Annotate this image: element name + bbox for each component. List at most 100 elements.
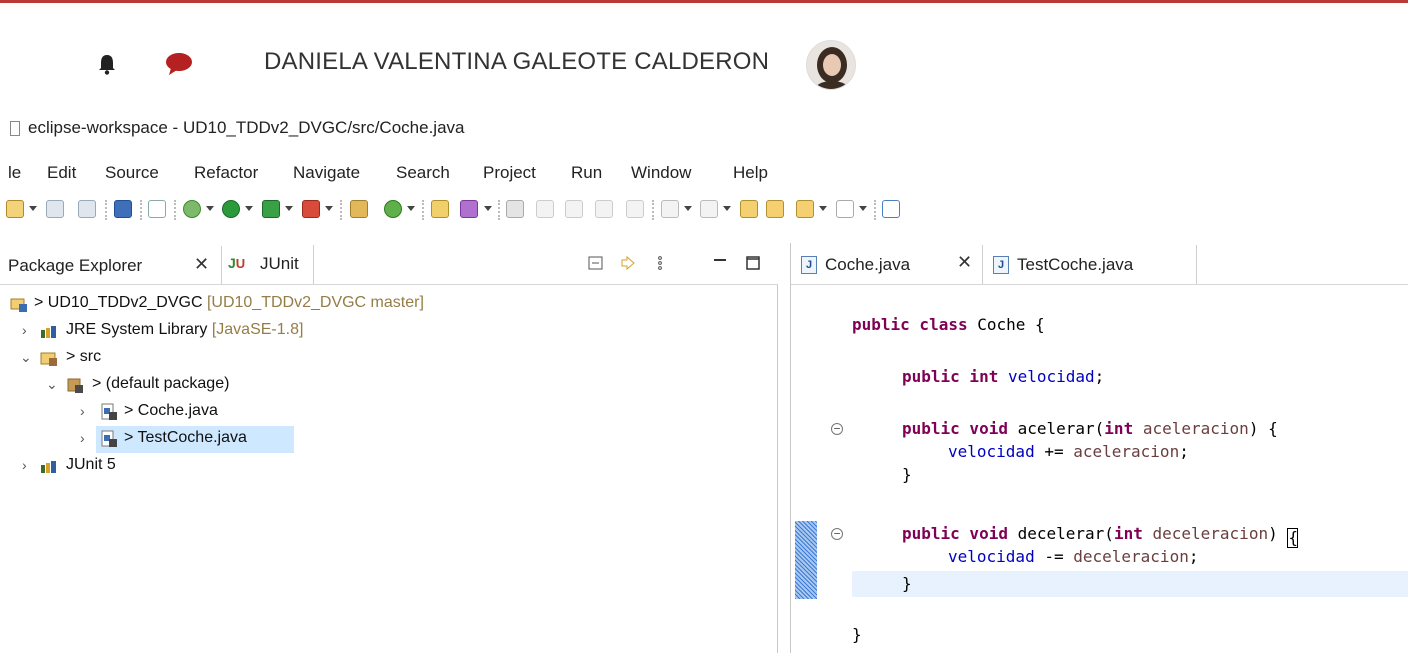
new-dropdown-icon[interactable] (29, 206, 37, 211)
forward-dropdown-icon[interactable] (859, 206, 867, 211)
menu-search[interactable]: Search (396, 163, 450, 183)
menu-refactor[interactable]: Refactor (194, 163, 258, 183)
bracket-match: { (1287, 528, 1299, 548)
tree-item-coche-java[interactable]: › > Coche.java (0, 399, 778, 426)
maximize-icon[interactable] (745, 255, 761, 271)
chevron-down-icon[interactable]: ⌄ (20, 349, 32, 366)
eclipse-window-icon (10, 121, 20, 136)
coverage-icon[interactable] (262, 200, 280, 218)
annotation-icon[interactable] (506, 200, 524, 218)
tab-label: Coche.java (825, 255, 911, 274)
collapse-icon[interactable]: − (831, 423, 843, 435)
collapse-icon[interactable]: − (831, 528, 843, 540)
tree-item-testcoche-java[interactable]: › > TestCoche.java (0, 426, 778, 453)
skip-breakpoints-icon[interactable] (148, 200, 166, 218)
code-line: } (852, 625, 862, 644)
chevron-right-icon[interactable]: › (80, 430, 85, 446)
tree-item-junit5[interactable]: › JUnit 5 (0, 453, 778, 480)
toggle-block-selection-icon[interactable] (565, 200, 583, 218)
menu-file[interactable]: le (8, 163, 21, 183)
collapse-all-icon[interactable] (588, 255, 604, 271)
tab-coche-java[interactable]: J Coche.java ✕ (791, 245, 983, 284)
external-tools-dropdown-icon[interactable] (325, 206, 333, 211)
tab-testcoche-java[interactable]: J TestCoche.java (983, 245, 1197, 284)
toolbar-separator (422, 200, 424, 220)
library-icon (41, 326, 56, 338)
code-line: velocidad -= deceleracion; (948, 547, 1199, 566)
link-with-editor-icon[interactable] (620, 255, 636, 271)
view-menu-icon[interactable] (652, 255, 668, 271)
terminal-icon[interactable] (114, 200, 132, 218)
tab-junit[interactable]: JU JUnit (224, 245, 314, 284)
menu-navigate[interactable]: Navigate (293, 163, 360, 183)
back-navigation-icon[interactable] (796, 200, 814, 218)
new-class-dropdown-icon[interactable] (407, 206, 415, 211)
last-edit-location-icon[interactable] (740, 200, 758, 218)
debug-icon[interactable] (183, 200, 201, 218)
tree-item-label: > TestCoche.java (124, 429, 247, 446)
tree-item-default-package[interactable]: ⌄ > (default package) (0, 372, 778, 399)
menu-edit[interactable]: Edit (47, 163, 76, 183)
package-icon (67, 378, 83, 393)
project-icon (10, 298, 27, 312)
search-dropdown-icon[interactable] (484, 206, 492, 211)
search-icon[interactable] (460, 200, 478, 218)
tree-item-label: JRE System Library (66, 321, 208, 338)
chevron-right-icon[interactable]: › (22, 457, 27, 473)
forward-icon[interactable] (836, 200, 854, 218)
open-type-icon[interactable] (431, 200, 449, 218)
coverage-dropdown-icon[interactable] (285, 206, 293, 211)
external-tools-icon[interactable] (302, 200, 320, 218)
open-perspective-icon[interactable] (882, 200, 900, 218)
toggle-mark-occurrences-icon[interactable] (536, 200, 554, 218)
close-icon[interactable]: ✕ (957, 252, 972, 273)
toggle-word-wrap-icon[interactable] (595, 200, 613, 218)
show-whitespace-icon[interactable] (626, 200, 644, 218)
tree-item-src[interactable]: ⌄ > src (0, 345, 778, 372)
back-icon[interactable] (766, 200, 784, 218)
chevron-right-icon[interactable]: › (80, 403, 85, 419)
menu-source[interactable]: Source (105, 163, 159, 183)
toolbar-separator (140, 200, 142, 220)
java-editor: J Coche.java ✕ J TestCoche.java public c… (790, 243, 1408, 653)
code-line: velocidad += aceleracion; (948, 442, 1189, 461)
toolbar-separator (340, 200, 342, 220)
bell-icon[interactable] (96, 53, 118, 75)
avatar[interactable] (806, 40, 856, 90)
new-java-class-icon[interactable] (384, 200, 402, 218)
save-all-icon[interactable] (78, 200, 96, 218)
tree-item-jre-library[interactable]: › JRE System Library [JavaSE-1.8] (0, 318, 778, 345)
previous-annotation-icon[interactable] (700, 200, 718, 218)
save-icon[interactable] (46, 200, 64, 218)
debug-dropdown-icon[interactable] (206, 206, 214, 211)
next-annotation-icon[interactable] (661, 200, 679, 218)
code-line: } (902, 465, 912, 484)
code-area[interactable]: public class Coche { public int velocida… (791, 285, 1408, 653)
previous-annotation-dropdown-icon[interactable] (723, 206, 731, 211)
source-folder-icon (40, 352, 57, 366)
back-dropdown-icon[interactable] (819, 206, 827, 211)
tree-item-project[interactable]: > UD10_TDDv2_DVGC [UD10_TDDv2_DVGC maste… (0, 291, 778, 318)
java-file-icon (101, 430, 117, 447)
new-java-package-icon[interactable] (350, 200, 368, 218)
close-icon[interactable]: ✕ (194, 254, 209, 275)
run-dropdown-icon[interactable] (245, 206, 253, 211)
minimize-icon[interactable] (712, 255, 728, 271)
new-icon[interactable] (6, 200, 24, 218)
package-explorer-panel: Package Explorer ✕ JU JUnit > UD10_TDDv2… (0, 243, 778, 653)
menu-run[interactable]: Run (571, 163, 602, 183)
chat-icon[interactable] (165, 52, 193, 76)
window-title-bar: eclipse-workspace - UD10_TDDv2_DVGC/src/… (0, 114, 1408, 144)
user-name[interactable]: DANIELA VALENTINA GALEOTE CALDERON (264, 48, 769, 76)
run-icon[interactable] (222, 200, 240, 218)
menu-project[interactable]: Project (483, 163, 536, 183)
menu-window[interactable]: Window (631, 163, 691, 183)
tab-package-explorer[interactable]: Package Explorer ✕ (0, 245, 222, 284)
menu-help[interactable]: Help (733, 163, 768, 183)
next-annotation-dropdown-icon[interactable] (684, 206, 692, 211)
current-line-highlight (852, 571, 1408, 597)
chevron-right-icon[interactable]: › (22, 322, 27, 338)
tree-item-label: > src (66, 348, 102, 365)
toolbar-separator (174, 200, 176, 220)
chevron-down-icon[interactable]: ⌄ (46, 376, 58, 393)
